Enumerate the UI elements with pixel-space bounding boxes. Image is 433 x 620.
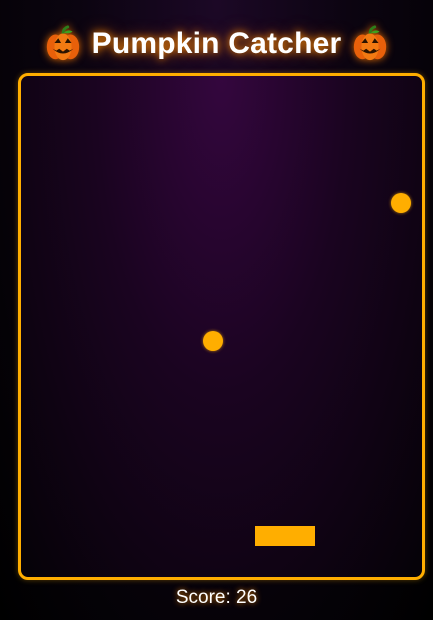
game-title: Pumpkin Catcher bbox=[91, 27, 342, 60]
game-board[interactable] bbox=[18, 73, 425, 580]
jack-o-lantern-icon bbox=[46, 25, 79, 61]
falling-pumpkin bbox=[391, 193, 411, 213]
score-display: Score: 26 bbox=[175, 587, 258, 608]
falling-pumpkin bbox=[203, 331, 223, 351]
jack-o-lantern-icon bbox=[354, 25, 387, 61]
player-basket[interactable] bbox=[255, 526, 315, 546]
game-header: Pumpkin Catcher bbox=[0, 22, 433, 66]
